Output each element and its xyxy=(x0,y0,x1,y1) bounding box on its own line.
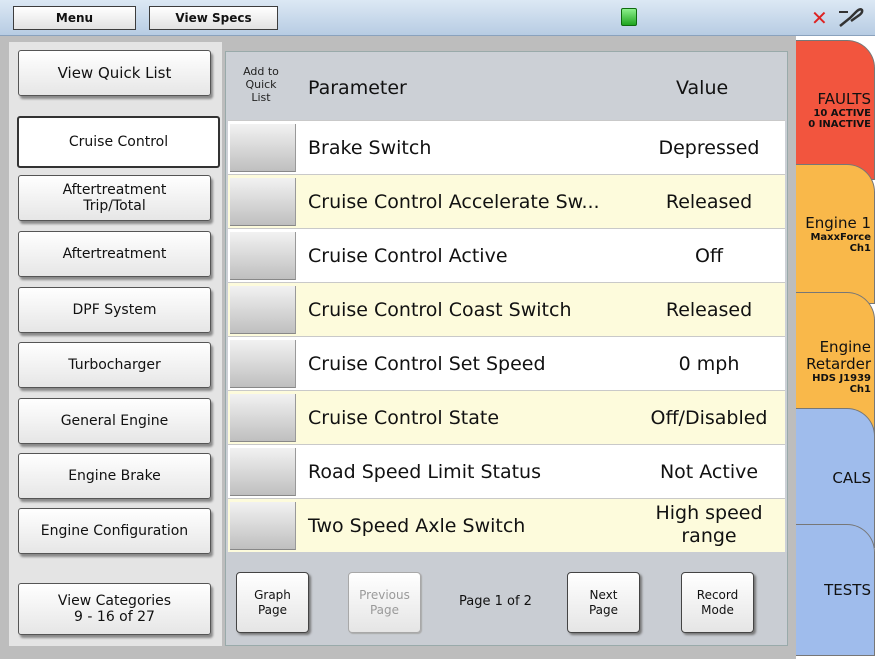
status-light-icon xyxy=(621,8,637,26)
tab-faults-inactive: 0 INACTIVE xyxy=(808,119,871,130)
table-row: Two Speed Axle Switch High speed range xyxy=(228,498,785,552)
parameter-name: Cruise Control Active xyxy=(308,245,508,267)
category-aftertreatment[interactable]: Aftertreatment xyxy=(18,231,211,277)
category-dpf-system[interactable]: DPF System xyxy=(18,287,211,333)
menu-button[interactable]: Menu xyxy=(13,6,136,30)
add-to-quick-list-button[interactable] xyxy=(230,178,296,226)
parameter-name: Cruise Control Coast Switch xyxy=(308,299,572,321)
parameter-value: Not Active xyxy=(659,461,759,483)
tab-engine-1-title: Engine 1 xyxy=(805,214,871,232)
table-row: Road Speed Limit Status Not Active xyxy=(228,444,785,498)
view-categories-label: View Categories xyxy=(57,593,172,609)
view-quick-list-button[interactable]: View Quick List xyxy=(18,50,211,96)
tab-engine-1-channel: Ch1 xyxy=(849,243,871,254)
view-specs-button[interactable]: View Specs xyxy=(149,6,278,30)
record-mode-button[interactable]: Record Mode xyxy=(681,572,754,633)
parameter-value: Off xyxy=(694,245,724,267)
parameter-name: Cruise Control Set Speed xyxy=(308,353,546,375)
parameter-value: Released xyxy=(665,191,753,213)
previous-page-button[interactable]: Previous Page xyxy=(348,572,421,633)
category-engine-configuration[interactable]: Engine Configuration xyxy=(18,508,211,554)
module-tabs: FAULTS 10 ACTIVE 0 INACTIVE Engine 1 Max… xyxy=(796,36,875,661)
add-to-quick-list-button[interactable] xyxy=(230,340,296,388)
add-to-quick-list-button[interactable] xyxy=(230,124,296,172)
view-categories-button[interactable]: View Categories 9 - 16 of 27 xyxy=(18,583,211,635)
column-header-value: Value xyxy=(676,77,729,99)
error-x-icon[interactable]: ✕ xyxy=(811,6,828,30)
connector-icon[interactable] xyxy=(836,4,864,32)
tab-engine-retarder-title: Engine Retarder xyxy=(806,338,871,373)
table-header: Add to Quick List Parameter Value xyxy=(226,52,787,120)
next-page-button[interactable]: Next Page xyxy=(567,572,640,633)
add-to-quick-list-button[interactable] xyxy=(230,448,296,496)
tab-cals-title: CALS xyxy=(832,469,871,487)
table-row: Cruise Control Coast Switch Released xyxy=(228,282,785,336)
parameter-value: Released xyxy=(665,299,753,321)
top-toolbar: Menu View Specs ✕ xyxy=(0,0,875,36)
parameter-name: Cruise Control State xyxy=(308,407,500,429)
parameter-name: Road Speed Limit Status xyxy=(308,461,542,483)
parameter-value: 0 mph xyxy=(678,353,740,375)
add-to-quick-list-button[interactable] xyxy=(230,502,296,550)
parameter-name: Two Speed Axle Switch xyxy=(308,515,526,537)
tab-faults-active: 10 ACTIVE xyxy=(813,108,871,119)
table-footer: Graph Page Previous Page Page 1 of 2 Nex… xyxy=(226,552,787,645)
tab-engine-1-model: MaxxForce xyxy=(810,232,871,243)
column-header-parameter: Parameter xyxy=(308,77,407,99)
table-row: Cruise Control Active Off xyxy=(228,228,785,282)
tab-engine-retarder-protocol: HDS J1939 xyxy=(812,373,871,384)
main-area: View Quick List Cruise Control Aftertrea… xyxy=(0,36,796,659)
category-sidebar: View Quick List Cruise Control Aftertrea… xyxy=(9,42,222,646)
parameter-name: Brake Switch xyxy=(308,137,432,159)
table-row: Cruise Control Set Speed 0 mph xyxy=(228,336,785,390)
tab-engine-1[interactable]: Engine 1 MaxxForce Ch1 xyxy=(796,164,875,304)
graph-page-button[interactable]: Graph Page xyxy=(236,572,309,633)
tab-faults[interactable]: FAULTS 10 ACTIVE 0 INACTIVE xyxy=(796,40,875,180)
category-turbocharger[interactable]: Turbocharger xyxy=(18,342,211,388)
table-row: Brake Switch Depressed xyxy=(228,120,785,174)
category-cruise-control[interactable]: Cruise Control xyxy=(17,116,220,168)
category-engine-brake[interactable]: Engine Brake xyxy=(18,453,211,499)
add-to-quick-list-button[interactable] xyxy=(230,394,296,442)
tab-tests[interactable]: TESTS xyxy=(796,524,875,656)
add-to-quick-list-button[interactable] xyxy=(230,232,296,280)
table-row: Cruise Control State Off/Disabled xyxy=(228,390,785,444)
parameter-value: High speed range xyxy=(655,502,763,547)
tab-faults-title: FAULTS xyxy=(817,90,871,108)
view-categories-range: 9 - 16 of 27 xyxy=(74,609,155,625)
parameter-value: Off/Disabled xyxy=(650,407,768,429)
parameter-value: Depressed xyxy=(658,137,760,159)
parameter-table: Add to Quick List Parameter Value Brake … xyxy=(225,51,788,646)
table-row: Cruise Control Accelerate Sw... Released xyxy=(228,174,785,228)
category-general-engine[interactable]: General Engine xyxy=(18,398,211,444)
add-to-quick-list-button[interactable] xyxy=(230,286,296,334)
page-indicator: Page 1 of 2 xyxy=(459,594,532,609)
column-header-add-to-quick-list: Add to Quick List xyxy=(243,65,279,104)
category-aftertreatment-trip-total[interactable]: Aftertreatment Trip/Total xyxy=(18,175,211,221)
parameter-name: Cruise Control Accelerate Sw... xyxy=(308,191,600,213)
tab-tests-title: TESTS xyxy=(824,581,871,599)
tab-engine-retarder-channel: Ch1 xyxy=(849,384,871,395)
